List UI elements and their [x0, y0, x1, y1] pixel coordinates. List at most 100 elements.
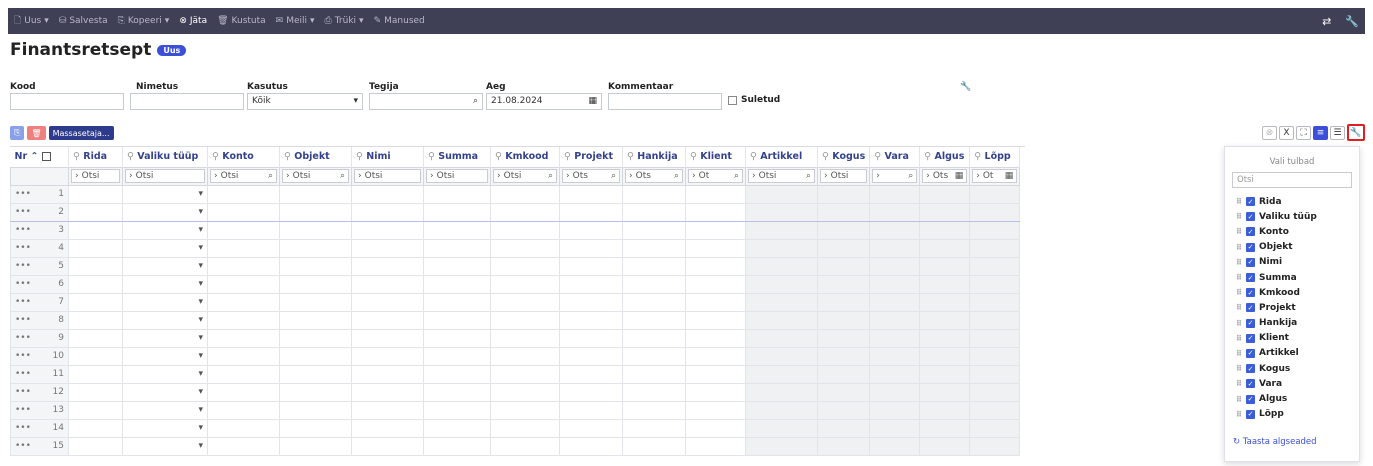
row-number-cell[interactable]: ••• 2 [10, 202, 69, 222]
checkbox-checked-icon[interactable]: ✓ [1246, 379, 1255, 389]
cell-artikkel[interactable] [745, 328, 818, 348]
cell-konto[interactable] [207, 418, 280, 438]
cell-rida[interactable] [68, 256, 123, 276]
cell-projekt[interactable] [559, 436, 623, 456]
cell-objekt[interactable] [279, 292, 352, 312]
wrench-icon[interactable]: ⚲ [627, 151, 634, 162]
col-search-objekt[interactable]: › Otsi ⌕ [279, 166, 352, 186]
wrench-icon[interactable]: ⚲ [924, 151, 931, 162]
cell-valiku-tüüp[interactable]: ▾ [122, 202, 208, 222]
cell-konto[interactable] [207, 382, 280, 402]
wrench-icon[interactable]: ⚲ [284, 151, 291, 162]
row-menu-icon[interactable]: ••• [15, 297, 31, 307]
chevron-down-icon[interactable]: ▾ [198, 261, 207, 271]
checkbox-checked-icon[interactable]: ✓ [1246, 273, 1255, 283]
cell-nimi[interactable] [351, 364, 424, 384]
row-number-cell[interactable]: ••• 8 [10, 310, 69, 330]
cell-algus[interactable] [919, 328, 971, 348]
wrench-icon[interactable]: ⚲ [428, 151, 435, 162]
cell-kogus[interactable] [816, 418, 871, 438]
operator-icon[interactable]: › [926, 171, 930, 181]
drag-handle-icon[interactable]: ⠿ [1236, 227, 1242, 236]
drag-handle-icon[interactable]: ⠿ [1236, 319, 1242, 328]
cell-objekt[interactable] [279, 184, 352, 204]
checkbox-checked-icon[interactable]: ✓ [1246, 364, 1255, 374]
cell-hankija[interactable] [622, 418, 686, 438]
table-row[interactable]: ••• 14 ▾ [10, 418, 1021, 438]
col-header-summa[interactable]: ⚲ Summa [423, 147, 491, 167]
cell-projekt[interactable] [559, 310, 623, 330]
row-number-cell[interactable]: ••• 4 [10, 238, 69, 258]
chevron-down-icon[interactable]: ▾ [198, 207, 207, 217]
cell-artikkel[interactable] [745, 310, 818, 330]
cell-summa[interactable] [423, 400, 491, 420]
checkbox-checked-icon[interactable]: ✓ [1246, 303, 1255, 313]
row-menu-icon[interactable]: ••• [15, 387, 31, 397]
cell-valiku-tüüp[interactable]: ▾ [122, 436, 208, 456]
row-number-cell[interactable]: ••• 1 [10, 184, 69, 204]
checkbox-checked-icon[interactable]: ✓ [1246, 288, 1255, 298]
aeg-date-field[interactable]: 21.08.2024 ▦ [486, 93, 602, 110]
column-option[interactable]: ⠿ ✓ Projekt [1225, 300, 1359, 315]
drag-handle-icon[interactable]: ⠿ [1236, 197, 1242, 206]
cell-valiku-tüüp[interactable]: ▾ [122, 220, 208, 240]
row-number-cell[interactable]: ••• 13 [10, 400, 69, 420]
drag-handle-icon[interactable]: ⠿ [1236, 273, 1242, 282]
search-icon[interactable]: ⌕ [548, 171, 553, 181]
cell-artikkel[interactable] [745, 202, 818, 222]
cell-hankija[interactable] [622, 364, 686, 384]
cell-projekt[interactable] [559, 256, 623, 276]
cell-summa[interactable] [423, 220, 491, 240]
row-number-cell[interactable]: ••• 5 [10, 256, 69, 276]
chevron-down-icon[interactable]: ▾ [198, 387, 207, 397]
calendar-icon[interactable]: ▦ [955, 171, 964, 181]
cell-kmkood[interactable] [490, 220, 560, 240]
cell-kogus[interactable] [816, 292, 871, 312]
cell-kmkood[interactable] [490, 292, 560, 312]
cell-kmkood[interactable] [490, 436, 560, 456]
operator-icon[interactable]: › [824, 171, 828, 181]
col-header-artikkel[interactable]: ⚲ Artikkel [745, 147, 818, 167]
cell-summa[interactable] [423, 346, 491, 366]
column-option[interactable]: ⠿ ✓ Hankija [1225, 316, 1359, 331]
checkbox-checked-icon[interactable]: ✓ [1246, 197, 1255, 207]
cell-artikkel[interactable] [745, 436, 818, 456]
cell-vara[interactable] [869, 382, 921, 402]
col-search-kogus[interactable]: › Otsi [816, 166, 871, 186]
row-menu-icon[interactable]: ••• [15, 423, 31, 433]
col-header-lõpp[interactable]: ⚲ Lõpp [969, 147, 1021, 167]
cell-artikkel[interactable] [745, 364, 818, 384]
col-header-projekt[interactable]: ⚲ Projekt [559, 147, 623, 167]
search-icon[interactable]: ⌕ [908, 171, 913, 181]
table-row[interactable]: ••• 3 ▾ [10, 220, 1021, 240]
cell-nimi[interactable] [351, 256, 424, 276]
rows-normal-icon[interactable]: ☰ [1330, 126, 1345, 140]
row-menu-icon[interactable]: ••• [15, 279, 31, 289]
chevron-down-icon[interactable]: ▾ [198, 351, 207, 361]
cell-vara[interactable] [869, 256, 921, 276]
cell-summa[interactable] [423, 364, 491, 384]
cell-kmkood[interactable] [490, 418, 560, 438]
cell-rida[interactable] [68, 400, 123, 420]
operator-icon[interactable]: › [286, 171, 290, 181]
wrench-icon[interactable]: ⚲ [822, 151, 829, 162]
drag-handle-icon[interactable]: ⠿ [1236, 395, 1242, 404]
col-header-rida[interactable]: ⚲ Rida [68, 147, 123, 167]
filter-settings-icon[interactable]: 🔧 [960, 82, 971, 92]
checkbox-checked-icon[interactable]: ✓ [1246, 333, 1255, 343]
cell-algus[interactable] [919, 256, 971, 276]
col-search-kmkood[interactable]: › Otsi ⌕ [490, 166, 560, 186]
wrench-icon[interactable]: ⚲ [974, 151, 981, 162]
row-number-cell[interactable]: ••• 15 [10, 436, 69, 456]
col-header-vara[interactable]: ⚲ Vara [869, 147, 921, 167]
cell-vara[interactable] [869, 184, 921, 204]
col-search-hankija[interactable]: › Ots ⌕ [622, 166, 686, 186]
cell-projekt[interactable] [559, 346, 623, 366]
cell-klient[interactable] [685, 292, 746, 312]
chevron-down-icon[interactable]: ▾ [198, 423, 207, 433]
operator-icon[interactable]: › [752, 171, 756, 181]
operator-icon[interactable]: › [876, 171, 880, 181]
column-option[interactable]: ⠿ ✓ Kogus [1225, 361, 1359, 376]
cell-konto[interactable] [207, 292, 280, 312]
sort-asc-icon[interactable]: ⌃ [30, 151, 38, 162]
